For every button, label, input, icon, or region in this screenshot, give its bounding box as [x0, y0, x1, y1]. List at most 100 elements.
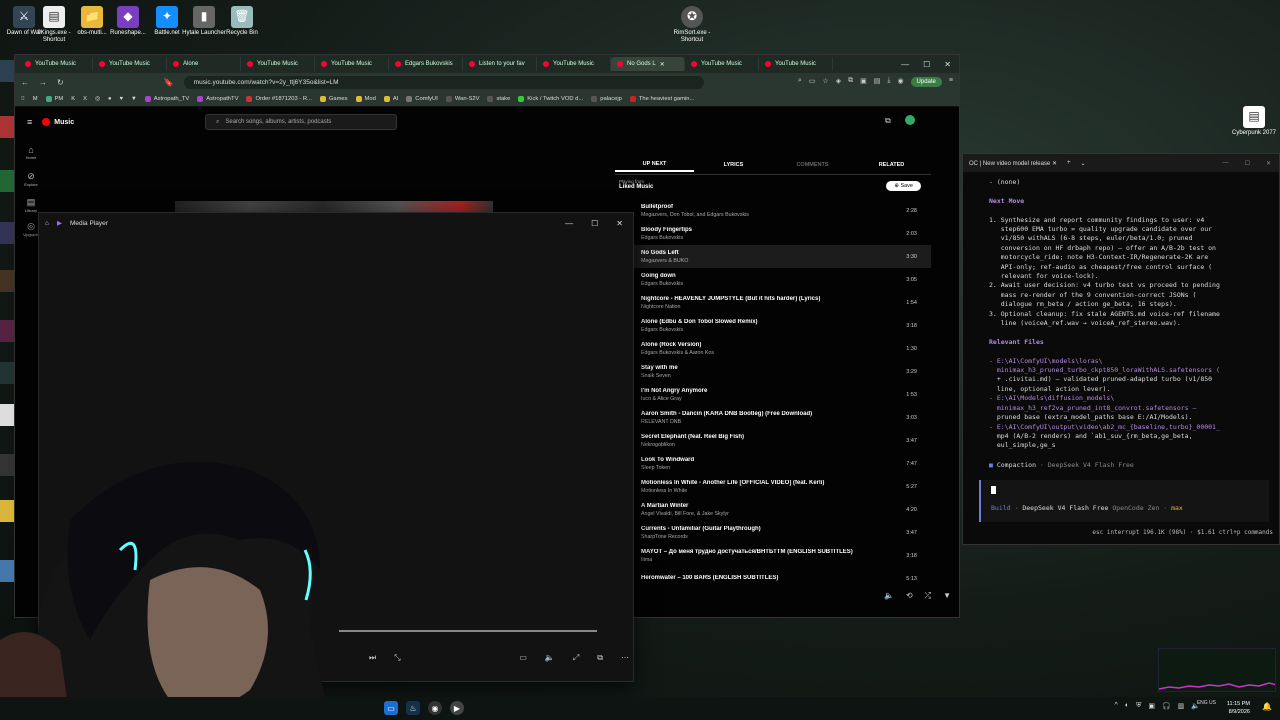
sidebar-item-library[interactable]: ▤ Library	[23, 197, 39, 213]
fullscreen-icon[interactable]: ⤢	[573, 653, 579, 663]
ytmusic-logo[interactable]: Music	[42, 118, 74, 126]
wallet-icon[interactable]: ▣	[860, 77, 867, 87]
cast-icon[interactable]: ⧉	[885, 116, 891, 126]
queue-track[interactable]: Look To Windward Sleep Token 7:47	[615, 452, 931, 475]
bookmark-item[interactable]: stake	[487, 95, 510, 102]
bookmark-page-icon[interactable]: 🔖	[164, 78, 174, 87]
minimize-icon[interactable]: —	[1223, 160, 1229, 167]
bookmark-icon[interactable]: ◎	[95, 96, 100, 102]
address-bar[interactable]: music.youtube.com/watch?v=2y_ttj6Y35o&li…	[183, 75, 704, 89]
bookmark-item[interactable]: Astropath_TV	[144, 95, 189, 102]
new-tab-icon[interactable]: +	[1067, 160, 1071, 166]
queue-track[interactable]: Nightcore - HEAVENLY JUMPSTYLE (But it h…	[615, 291, 931, 314]
repeat-icon[interactable]: ⟲	[906, 591, 913, 607]
queue-track[interactable]: Secret Elephant (feat. Reel Big Fish) Nek…	[615, 429, 931, 452]
sidebar-item-upgrade[interactable]: ◎ Upgrade	[23, 221, 39, 237]
queue-track[interactable]: Stay with me Snaik Seven 3:29	[615, 360, 931, 383]
queue-track[interactable]: Heromwater – 100 BARS (ENGLISH SUBTITLES…	[615, 567, 931, 590]
queue-track[interactable]: Alone (Edbu & Don Tobol Slowed Remix) Edg…	[615, 314, 931, 337]
bookmark-folder[interactable]: Games	[319, 95, 348, 102]
brave-shield-icon[interactable]: ◈	[836, 77, 841, 87]
browser-tab[interactable]: YouTube Music	[685, 57, 759, 71]
apps-icon[interactable]: ⁝⁝	[21, 96, 25, 102]
bookmark-item[interactable]: Wan-S2V	[445, 95, 479, 102]
browser-tab-active[interactable]: No Gods L ✕	[611, 57, 685, 71]
reload-icon[interactable]: ↻	[57, 78, 64, 87]
headset-icon[interactable]: 🎧	[1162, 702, 1171, 710]
more-options-icon[interactable]: ⋯	[621, 653, 629, 663]
star-icon[interactable]: ☆	[822, 77, 828, 87]
bookmark-icon[interactable]: X	[83, 96, 87, 102]
close-icon[interactable]: ✕	[944, 60, 951, 69]
close-tab-icon[interactable]: ✕	[660, 61, 665, 68]
maximize-icon[interactable]: ☐	[591, 219, 598, 228]
queue-track[interactable]: Motionless In White - Another Life [OFFI…	[615, 475, 931, 498]
bookmark-item[interactable]: AstropathTV	[197, 95, 238, 102]
queue-track[interactable]: Going down Edgars Bukovskis 3:05	[615, 268, 931, 291]
back-icon[interactable]: ←	[21, 78, 29, 87]
prompt-input[interactable]: Build · DeepSeek V4 Flash Free OpenCode …	[979, 480, 1269, 522]
media-player-icon[interactable]: ▶	[450, 701, 464, 715]
desktop-icon-rimsort[interactable]: ✪ RimSort.exe - Shortcut	[668, 6, 716, 44]
terminal-tab[interactable]: OC | New video model release ✕	[969, 160, 1057, 167]
queue-track[interactable]: A Martian Winter Angel Vivaldi, Bill Fore…	[615, 498, 931, 521]
queue-track[interactable]: Currents - Unfamiliar (Guitar Playthroug…	[615, 521, 931, 544]
bookmark-item[interactable]: palacejp	[591, 95, 622, 102]
browser-tab[interactable]: YouTube Music	[315, 57, 389, 71]
browser-tab[interactable]: Listen to your fav	[463, 57, 537, 71]
gpu-icon[interactable]: ▣	[1148, 702, 1155, 710]
volume-icon[interactable]: 🔈	[884, 591, 894, 607]
queue-track[interactable]: No Gods Left Megazvers & BUKO 3:30	[615, 245, 931, 268]
chevron-down-icon[interactable]: ⌄	[1080, 160, 1085, 167]
minimize-icon[interactable]: —	[901, 60, 909, 69]
tab-comments[interactable]: COMMENTS	[773, 162, 852, 171]
bookmark-icon[interactable]: ●	[108, 96, 112, 102]
sidebar-item-explore[interactable]: ⊘ Explore	[23, 171, 39, 187]
downloads-icon[interactable]: ⤓	[887, 77, 890, 87]
menu-icon[interactable]: ≡	[949, 77, 953, 87]
update-button[interactable]: Update	[910, 77, 942, 87]
install-icon[interactable]: ▭	[809, 77, 816, 87]
queue-track[interactable]: MAYOT – До меня трудно достучаться/ВНТБТ…	[615, 544, 931, 567]
browser-tab[interactable]: YouTube Music	[93, 57, 167, 71]
browser-tab[interactable]: Alone	[167, 57, 241, 71]
bookmark-item[interactable]: Kick / Twitch VOD d...	[518, 95, 583, 102]
desktop-icon-recycle-bin[interactable]: 🗑 Recycle Bin	[218, 6, 266, 37]
bookmark-item[interactable]: Order #1871203 - R...	[246, 95, 312, 102]
bookmark-item[interactable]: ComfyUI	[406, 95, 438, 102]
shield-icon[interactable]: ⛨	[1136, 702, 1141, 710]
discord-icon[interactable]: ◐	[1125, 702, 1129, 710]
hamburger-menu-icon[interactable]: ≡	[27, 117, 32, 127]
queue-track[interactable]: Bulletproof Megazvers, Don Tobol, and Edg…	[615, 199, 931, 222]
browser-tab[interactable]: YouTube Music	[241, 57, 315, 71]
close-icon[interactable]: ✕	[616, 219, 623, 228]
browser-tab[interactable]: YouTube Music	[759, 57, 833, 71]
bookmark-folder[interactable]: Mod	[355, 95, 376, 102]
avatar[interactable]	[905, 115, 915, 125]
expand-queue-icon[interactable]: ▼	[943, 591, 951, 607]
maximize-icon[interactable]: ☐	[923, 60, 930, 69]
bookmark-icon[interactable]: ▼	[131, 96, 137, 102]
desktop-icon-cyberpunk[interactable]: ▤ Cyberpunk 2077	[1230, 106, 1278, 137]
queue-track[interactable]: Bloody Fingertips Edgars Bukovskis 2:03	[615, 222, 931, 245]
captions-icon[interactable]: ▭	[519, 653, 527, 663]
fullscreen-exit-icon[interactable]: ⤡	[394, 653, 400, 663]
volume-icon[interactable]: 🔈	[545, 653, 555, 663]
sidebar-item-home[interactable]: ⌂ Home	[23, 145, 39, 160]
search-input[interactable]: ⌕ Search songs, albums, artists, podcasts	[205, 114, 397, 130]
queue-track[interactable]: Aaron Smith - Dancin (KARA DNB Bootleg) …	[615, 406, 931, 429]
obs-icon[interactable]: ◉	[428, 701, 442, 715]
bookmark-folder[interactable]: AI	[383, 95, 398, 102]
save-button[interactable]: ⊕ Save	[886, 181, 921, 191]
queue-track[interactable]: Alone (Rock Version) Edgars Bukovskis & A…	[615, 337, 931, 360]
minimize-icon[interactable]: —	[565, 219, 573, 228]
bookmark-item[interactable]: PM	[45, 95, 63, 102]
tray-chevron-icon[interactable]: ^	[1115, 702, 1118, 710]
tab-lyrics[interactable]: LYRICS	[694, 162, 773, 171]
browser-tab[interactable]: YouTube Music	[537, 57, 611, 71]
bookmark-item[interactable]: The heaviest gamin...	[629, 95, 694, 102]
network-icon[interactable]: ▥	[1178, 702, 1185, 710]
maximize-icon[interactable]: ☐	[1245, 160, 1250, 167]
shuffle-icon[interactable]: ⤮	[925, 591, 931, 607]
queue-track[interactable]: I'm Not Angry Anymore Iuco & Alice Gray 1:…	[615, 383, 931, 406]
